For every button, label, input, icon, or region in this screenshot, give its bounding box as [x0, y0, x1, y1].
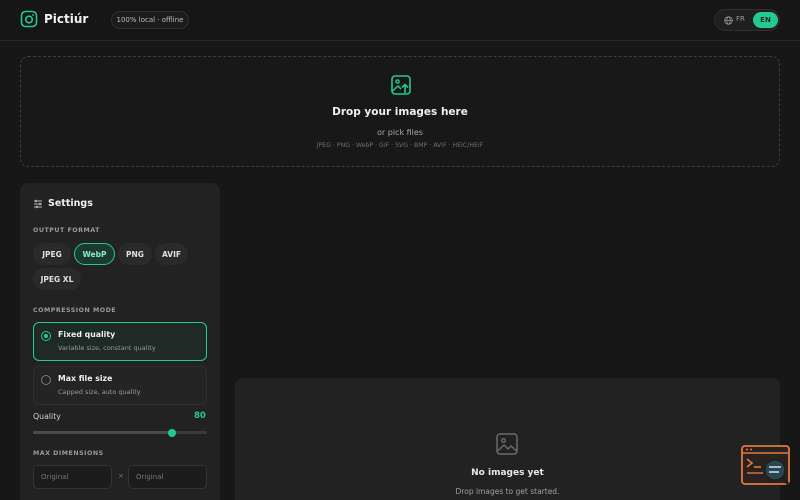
- mode-max-file-size[interactable]: Max file size Capped size, auto quality: [33, 366, 207, 405]
- format-png-button[interactable]: PNG: [118, 243, 152, 265]
- quality-slider-thumb[interactable]: [168, 428, 177, 437]
- image-dropzone[interactable]: Drop your images here or pick files JPEG…: [20, 56, 780, 167]
- quality-value: 80: [194, 411, 206, 421]
- settings-title: Settings: [48, 198, 93, 209]
- quality-slider-fill: [33, 431, 173, 434]
- image-placeholder-icon: [496, 433, 518, 455]
- mode-fixed-quality[interactable]: Fixed quality Variable size, constant qu…: [33, 322, 207, 361]
- app-name: Pictiúr: [44, 12, 89, 26]
- dropzone-title: Drop your images here: [332, 106, 468, 118]
- max-height-input[interactable]: [128, 465, 207, 489]
- pick-files-link[interactable]: or pick files: [21, 128, 779, 137]
- max-dimensions-label: MAX DIMENSIONS: [33, 450, 104, 457]
- language-switcher[interactable]: FR EN: [714, 9, 780, 31]
- radio-max-file-size[interactable]: [41, 375, 51, 385]
- compression-mode-label: COMPRESSION MODE: [33, 307, 117, 314]
- format-webp-button[interactable]: WebP: [74, 243, 115, 265]
- output-format-label: OUTPUT FORMAT: [33, 227, 100, 234]
- image-list-empty-state: No images yet Drop images to get started…: [235, 378, 780, 500]
- radio-fixed-quality[interactable]: [41, 331, 51, 341]
- camera-logo-icon: [20, 10, 38, 28]
- mode-fixed-quality-title: Fixed quality: [58, 330, 116, 339]
- terminal-search-widget-icon[interactable]: [741, 444, 791, 488]
- app-header: Pictiúr 100% local · offline FR EN: [0, 0, 800, 41]
- globe-icon: [724, 16, 733, 25]
- quality-label: Quality: [33, 412, 61, 421]
- quality-slider[interactable]: [33, 428, 207, 437]
- image-upload-icon: [391, 75, 411, 95]
- max-width-input[interactable]: [33, 465, 112, 489]
- lang-option-fr[interactable]: FR: [736, 15, 745, 23]
- format-avif-button[interactable]: AVIF: [155, 243, 188, 265]
- settings-header: Settings: [33, 198, 93, 209]
- local-offline-badge: 100% local · offline: [111, 11, 189, 29]
- app-logo[interactable]: Pictiúr: [20, 10, 88, 28]
- format-jpegxl-button[interactable]: JPEG XL: [33, 268, 81, 290]
- empty-state-subtitle: Drop images to get started.: [455, 487, 560, 496]
- supported-formats: JPEG · PNG · WebP · GIF · SVG · BMP · AV…: [316, 142, 484, 149]
- mode-max-file-size-subtitle: Capped size, auto quality: [58, 388, 141, 396]
- mode-max-file-size-title: Max file size: [58, 374, 113, 383]
- mode-fixed-quality-subtitle: Variable size, constant quality: [58, 344, 156, 352]
- lang-option-en[interactable]: EN: [753, 12, 778, 28]
- dimension-separator: ×: [118, 472, 124, 480]
- empty-state-title: No images yet: [471, 468, 544, 478]
- settings-panel: Settings OUTPUT FORMAT JPEG WebP PNG AVI…: [20, 183, 220, 500]
- sliders-icon: [34, 199, 42, 208]
- format-jpeg-button[interactable]: JPEG: [33, 243, 71, 265]
